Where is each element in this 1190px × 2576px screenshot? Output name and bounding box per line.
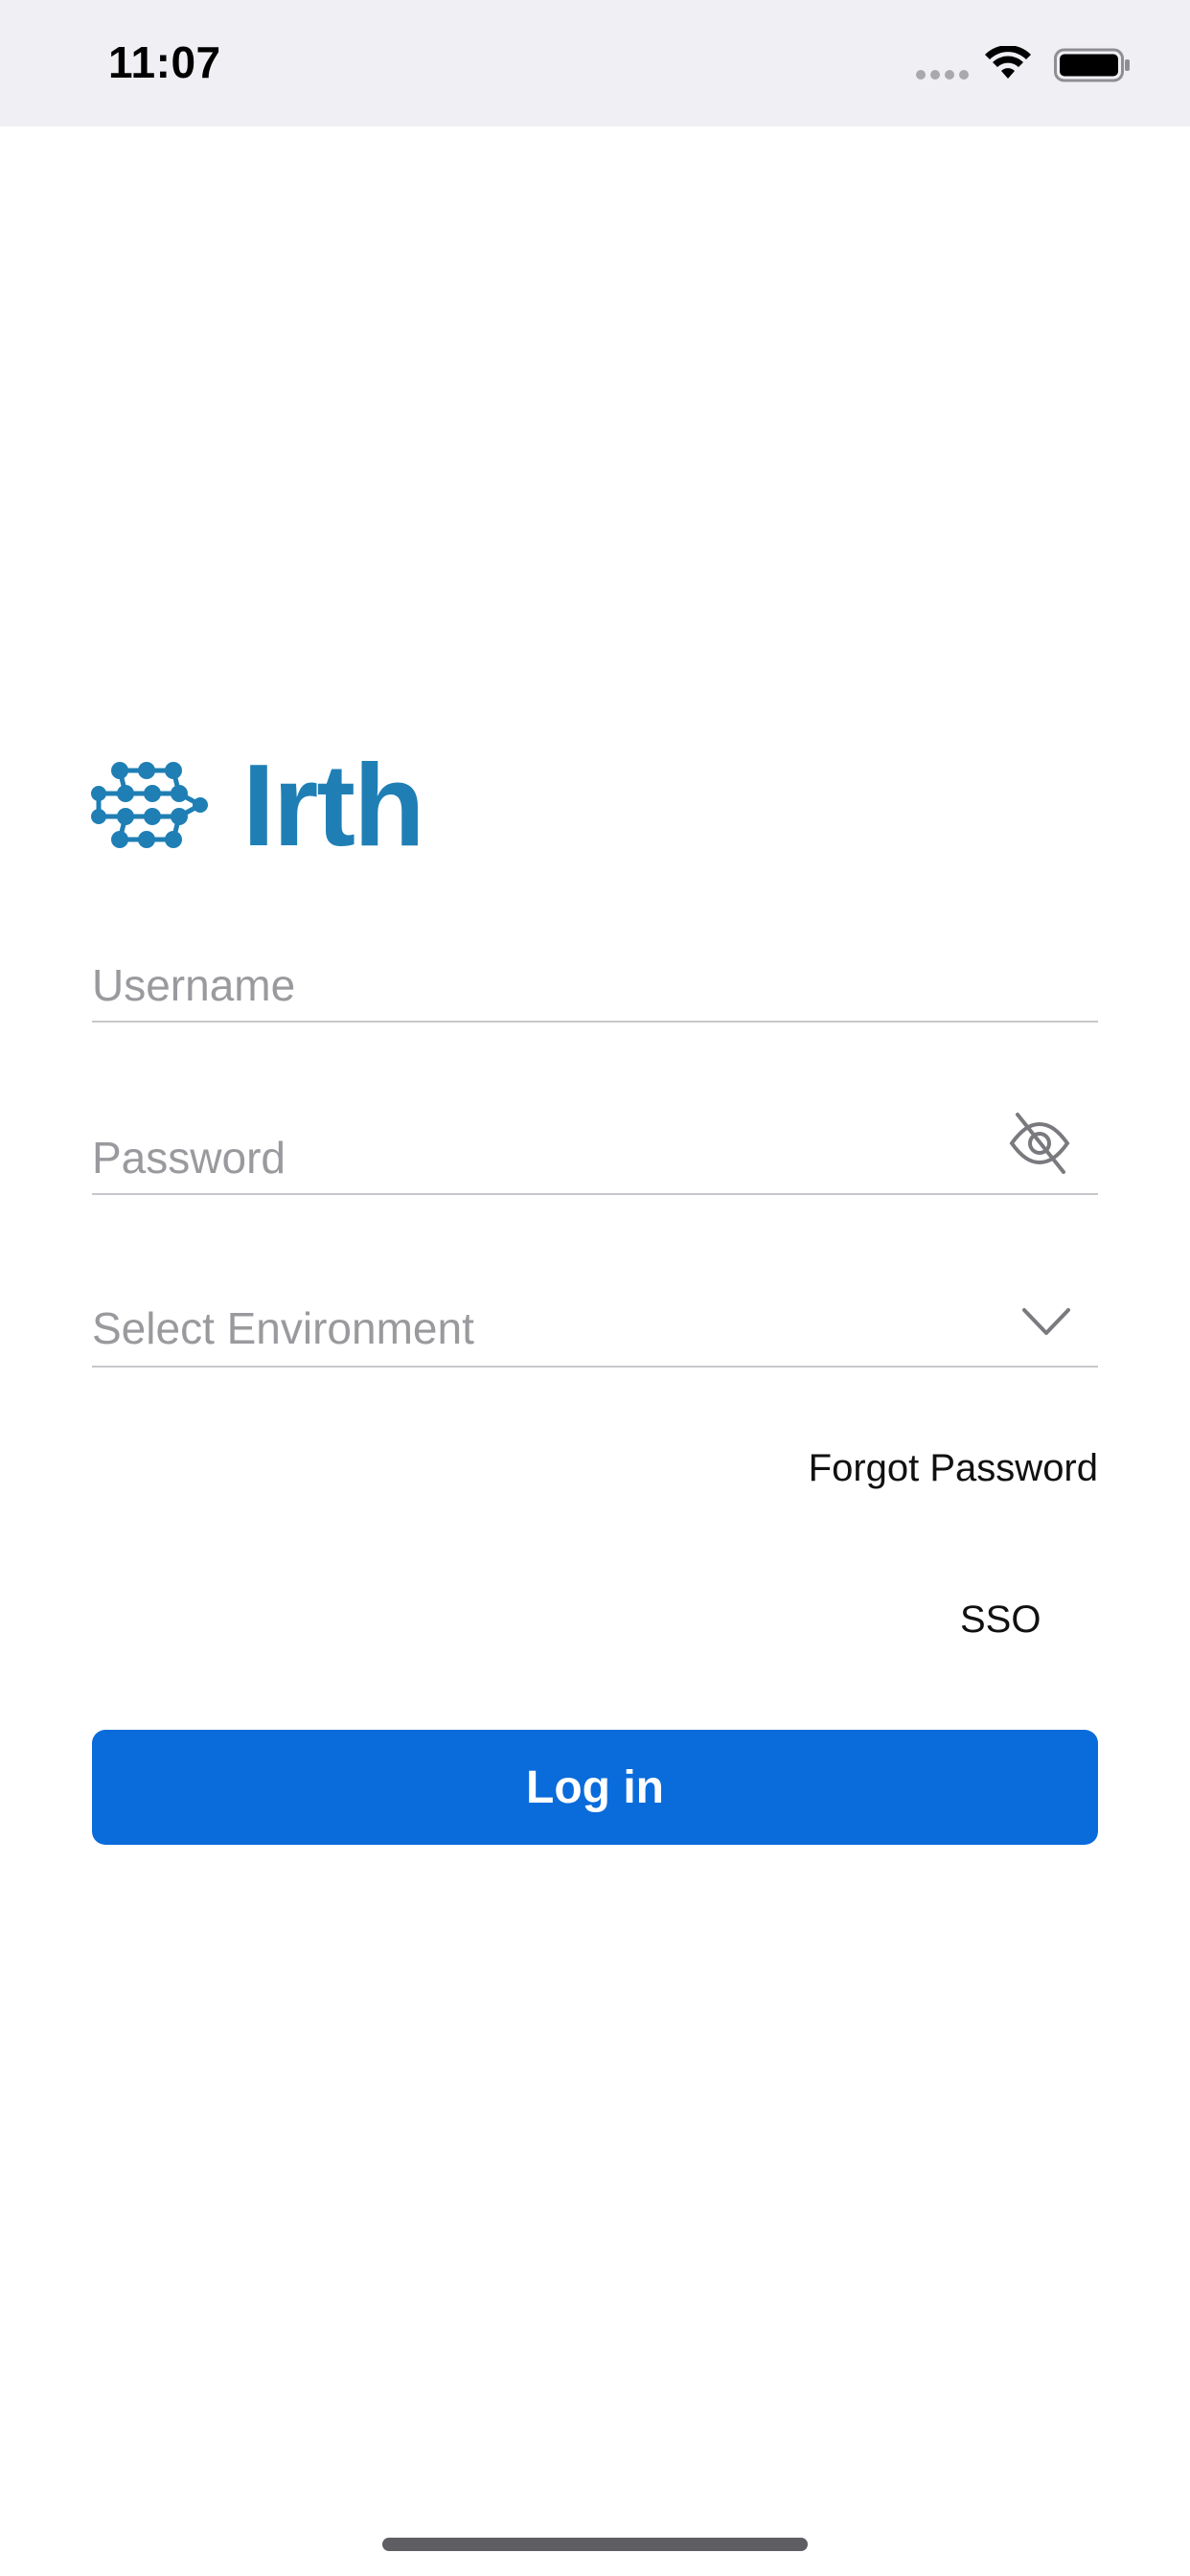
- brand-logo: Irth: [91, 740, 425, 870]
- login-screen: 11:07 Irth Username Select Environment F…: [0, 0, 1190, 2576]
- username-input[interactable]: [92, 959, 954, 1011]
- home-indicator[interactable]: [382, 2538, 808, 2551]
- brand-name: Irth: [242, 740, 425, 870]
- status-time: 11:07: [108, 37, 221, 87]
- status-bar: 11:07: [0, 0, 1190, 126]
- battery-icon: [1054, 48, 1130, 82]
- password-input[interactable]: [92, 1132, 954, 1184]
- environment-select[interactable]: Select Environment: [92, 1279, 1098, 1368]
- password-field: [92, 1107, 1098, 1195]
- environment-select-value: Select Environment: [92, 1303, 474, 1353]
- wifi-icon: [985, 46, 1031, 79]
- sso-link[interactable]: SSO: [960, 1598, 1041, 1642]
- forgot-password-link[interactable]: Forgot Password: [809, 1447, 1098, 1490]
- cellular-signal-icon: [916, 70, 970, 80]
- eye-slash-icon[interactable]: [1006, 1109, 1073, 1176]
- login-button[interactable]: Log in: [92, 1730, 1098, 1845]
- chevron-down-icon[interactable]: [1021, 1306, 1071, 1337]
- username-field: [92, 934, 1098, 1023]
- irth-logo-icon: [91, 762, 208, 848]
